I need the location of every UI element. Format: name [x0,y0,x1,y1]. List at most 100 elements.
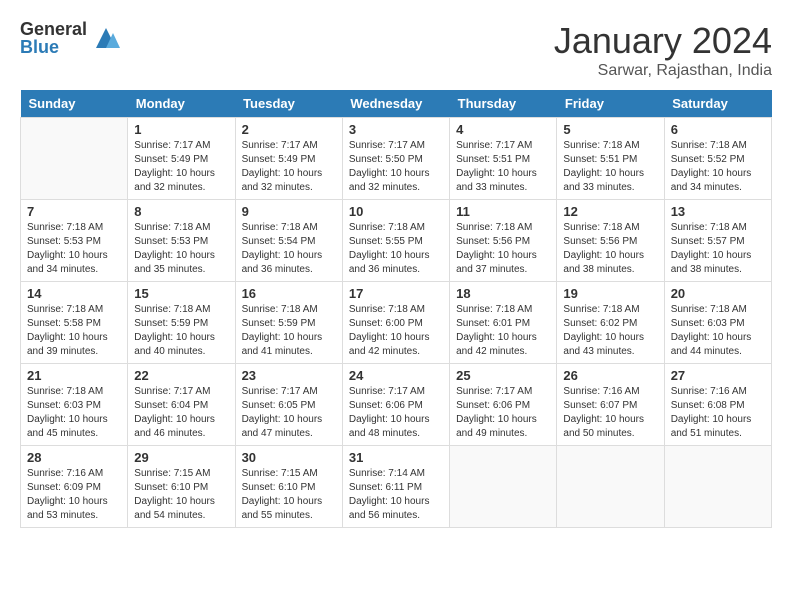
day-info: Sunrise: 7:17 AMSunset: 5:49 PMDaylight:… [134,139,228,195]
day-info: Sunrise: 7:18 AMSunset: 5:53 PMDaylight:… [134,221,228,277]
day-cell: 26 Sunrise: 7:16 AMSunset: 6:07 PMDayligh… [557,364,664,446]
day-number: 5 [563,122,657,137]
day-cell [664,446,771,528]
day-number: 29 [134,450,228,465]
day-info: Sunrise: 7:16 AMSunset: 6:08 PMDaylight:… [671,385,765,441]
day-cell [450,446,557,528]
day-number: 1 [134,122,228,137]
logo-general: General [20,20,87,38]
day-cell: 9 Sunrise: 7:18 AMSunset: 5:54 PMDaylight… [235,200,342,282]
logo-icon [91,23,121,53]
day-number: 18 [456,286,550,301]
weekday-header-row: SundayMondayTuesdayWednesdayThursdayFrid… [21,90,772,118]
day-number: 28 [27,450,121,465]
page-header: General Blue January 2024 Sarwar, Rajast… [20,20,772,80]
day-cell: 4Sunrise: 7:17 AMSunset: 5:51 PMDaylight… [450,118,557,200]
day-info: Sunrise: 7:17 AMSunset: 5:50 PMDaylight:… [349,139,443,195]
day-info: Sunrise: 7:18 AMSunset: 6:00 PMDaylight:… [349,303,443,359]
day-info: Sunrise: 7:17 AMSunset: 6:04 PMDaylight:… [134,385,228,441]
day-info: Sunrise: 7:17 AMSunset: 6:05 PMDaylight:… [242,385,336,441]
day-cell [557,446,664,528]
day-cell: 19 Sunrise: 7:18 AMSunset: 6:02 PMDayligh… [557,282,664,364]
day-info: Sunrise: 7:14 AMSunset: 6:11 PMDaylight:… [349,467,443,523]
day-info: Sunrise: 7:18 AMSunset: 6:02 PMDaylight:… [563,303,657,359]
location-title: Sarwar, Rajasthan, India [554,62,772,80]
day-number: 22 [134,368,228,383]
weekday-header-monday: Monday [128,90,235,118]
day-info: Sunrise: 7:18 AMSunset: 6:03 PMDaylight:… [27,385,121,441]
weekday-header-sunday: Sunday [21,90,128,118]
day-cell: 10 Sunrise: 7:18 AMSunset: 5:55 PMDayligh… [342,200,449,282]
day-cell: 13Sunrise: 7:18 AMSunset: 5:57 PMDayligh… [664,200,771,282]
logo-blue: Blue [20,38,87,56]
day-info: Sunrise: 7:18 AMSunset: 5:56 PMDaylight:… [563,221,657,277]
day-cell: 14Sunrise: 7:18 AMSunset: 5:58 PMDayligh… [21,282,128,364]
day-number: 24 [349,368,443,383]
day-number: 11 [456,204,550,219]
day-cell: 31 Sunrise: 7:14 AMSunset: 6:11 PMDayligh… [342,446,449,528]
day-cell: 20 Sunrise: 7:18 AMSunset: 6:03 PMDayligh… [664,282,771,364]
day-cell: 29 Sunrise: 7:15 AMSunset: 6:10 PMDayligh… [128,446,235,528]
week-row-2: 7 Sunrise: 7:18 AMSunset: 5:53 PMDaylight… [21,200,772,282]
week-row-1: 1 Sunrise: 7:17 AMSunset: 5:49 PMDaylight… [21,118,772,200]
day-info: Sunrise: 7:18 AMSunset: 5:55 PMDaylight:… [349,221,443,277]
day-cell: 25 Sunrise: 7:17 AMSunset: 6:06 PMDayligh… [450,364,557,446]
day-number: 31 [349,450,443,465]
day-number: 25 [456,368,550,383]
day-info: Sunrise: 7:18 AMSunset: 6:01 PMDaylight:… [456,303,550,359]
day-info: Sunrise: 7:18 AMSunset: 5:59 PMDaylight:… [134,303,228,359]
day-info: Sunrise: 7:16 AMSunset: 6:09 PMDaylight:… [27,467,121,523]
day-number: 30 [242,450,336,465]
day-cell: 11 Sunrise: 7:18 AMSunset: 5:56 PMDayligh… [450,200,557,282]
day-cell: 3 Sunrise: 7:17 AMSunset: 5:50 PMDaylight… [342,118,449,200]
day-info: Sunrise: 7:15 AMSunset: 6:10 PMDaylight:… [134,467,228,523]
day-number: 27 [671,368,765,383]
day-cell: 8Sunrise: 7:18 AMSunset: 5:53 PMDaylight… [128,200,235,282]
day-cell: 18 Sunrise: 7:18 AMSunset: 6:01 PMDayligh… [450,282,557,364]
day-info: Sunrise: 7:18 AMSunset: 5:54 PMDaylight:… [242,221,336,277]
day-info: Sunrise: 7:18 AMSunset: 5:52 PMDaylight:… [671,139,765,195]
day-cell: 17 Sunrise: 7:18 AMSunset: 6:00 PMDayligh… [342,282,449,364]
day-info: Sunrise: 7:18 AMSunset: 6:03 PMDaylight:… [671,303,765,359]
week-row-4: 21 Sunrise: 7:18 AMSunset: 6:03 PMDayligh… [21,364,772,446]
day-number: 26 [563,368,657,383]
day-info: Sunrise: 7:18 AMSunset: 5:56 PMDaylight:… [456,221,550,277]
day-number: 15 [134,286,228,301]
day-cell: 16Sunrise: 7:18 AMSunset: 5:59 PMDayligh… [235,282,342,364]
day-cell: 1 Sunrise: 7:17 AMSunset: 5:49 PMDaylight… [128,118,235,200]
day-number: 21 [27,368,121,383]
day-info: Sunrise: 7:17 AMSunset: 5:51 PMDaylight:… [456,139,550,195]
day-info: Sunrise: 7:17 AMSunset: 6:06 PMDaylight:… [456,385,550,441]
day-number: 10 [349,204,443,219]
weekday-header-wednesday: Wednesday [342,90,449,118]
day-cell: 23Sunrise: 7:17 AMSunset: 6:05 PMDayligh… [235,364,342,446]
day-info: Sunrise: 7:15 AMSunset: 6:10 PMDaylight:… [242,467,336,523]
weekday-header-friday: Friday [557,90,664,118]
day-cell: 27 Sunrise: 7:16 AMSunset: 6:08 PMDayligh… [664,364,771,446]
day-number: 3 [349,122,443,137]
day-cell [21,118,128,200]
day-number: 20 [671,286,765,301]
weekday-header-saturday: Saturday [664,90,771,118]
day-cell: 22 Sunrise: 7:17 AMSunset: 6:04 PMDayligh… [128,364,235,446]
day-number: 19 [563,286,657,301]
day-info: Sunrise: 7:16 AMSunset: 6:07 PMDaylight:… [563,385,657,441]
day-cell: 6Sunrise: 7:18 AMSunset: 5:52 PMDaylight… [664,118,771,200]
day-cell: 21 Sunrise: 7:18 AMSunset: 6:03 PMDayligh… [21,364,128,446]
weekday-header-thursday: Thursday [450,90,557,118]
calendar-table: SundayMondayTuesdayWednesdayThursdayFrid… [20,90,772,528]
week-row-3: 14Sunrise: 7:18 AMSunset: 5:58 PMDayligh… [21,282,772,364]
day-number: 7 [27,204,121,219]
day-info: Sunrise: 7:17 AMSunset: 5:49 PMDaylight:… [242,139,336,195]
day-cell: 5 Sunrise: 7:18 AMSunset: 5:51 PMDaylight… [557,118,664,200]
day-number: 14 [27,286,121,301]
day-info: Sunrise: 7:17 AMSunset: 6:06 PMDaylight:… [349,385,443,441]
day-number: 9 [242,204,336,219]
day-cell: 30 Sunrise: 7:15 AMSunset: 6:10 PMDayligh… [235,446,342,528]
logo: General Blue [20,20,121,56]
title-area: January 2024 Sarwar, Rajasthan, India [554,20,772,80]
month-title: January 2024 [554,20,772,62]
day-info: Sunrise: 7:18 AMSunset: 5:51 PMDaylight:… [563,139,657,195]
day-number: 17 [349,286,443,301]
day-number: 16 [242,286,336,301]
